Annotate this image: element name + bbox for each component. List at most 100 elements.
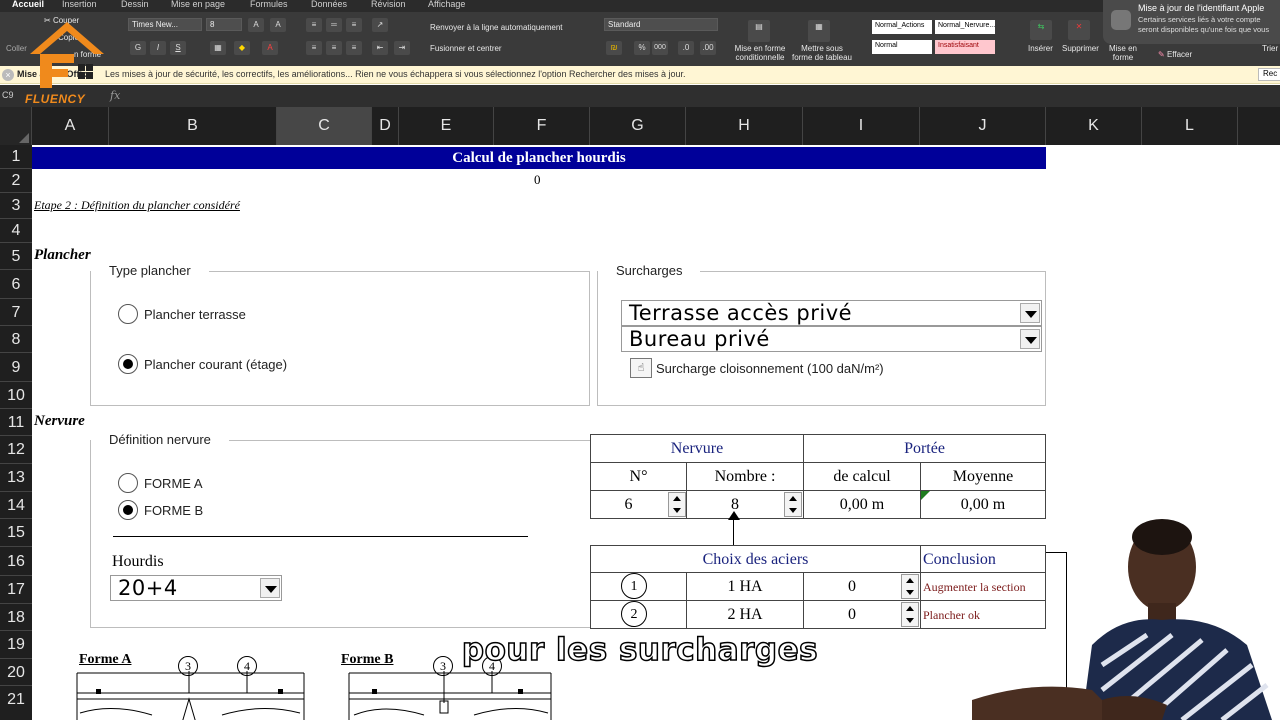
row-header-14[interactable]: 14	[0, 492, 32, 519]
font-size-select[interactable]: 8	[206, 18, 242, 31]
close-icon[interactable]: ×	[2, 69, 14, 81]
row-header-3[interactable]: 3	[0, 193, 32, 219]
spin-up-icon[interactable]	[902, 575, 918, 587]
acier-row-1-type[interactable]: 1 HA	[686, 572, 804, 601]
column-header-f[interactable]: F	[494, 107, 590, 145]
row-header-5[interactable]: 5	[0, 243, 32, 270]
borders-icon[interactable]: ▦	[210, 41, 226, 55]
row-header-6[interactable]: 6	[0, 270, 32, 299]
underline-button[interactable]: S	[170, 41, 186, 55]
acier-row-1-spinner[interactable]	[901, 574, 919, 599]
column-header-h[interactable]: H	[686, 107, 803, 145]
decrease-decimal-icon[interactable]: .00	[700, 41, 716, 55]
row-header-13[interactable]: 13	[0, 464, 32, 492]
bold-button[interactable]: G	[130, 41, 146, 55]
style-normal-nervure[interactable]: Normal_Nervure...	[935, 20, 995, 34]
accounting-icon[interactable]: ₪	[606, 41, 622, 55]
spin-down-icon[interactable]	[902, 615, 918, 627]
radio-forme-a[interactable]: FORME A	[118, 473, 203, 493]
align-center-icon[interactable]: ≡	[326, 41, 342, 55]
chevron-down-icon[interactable]	[1020, 303, 1040, 323]
align-right-icon[interactable]: ≡	[346, 41, 362, 55]
shrink-font-button[interactable]: A	[270, 18, 286, 32]
radio-button-selected[interactable]	[118, 354, 138, 374]
spin-up-icon[interactable]	[785, 493, 801, 505]
n-spinner[interactable]	[668, 492, 686, 517]
column-header-l[interactable]: L	[1142, 107, 1238, 145]
column-header-b[interactable]: B	[109, 107, 277, 145]
row-header-15[interactable]: 15	[0, 519, 32, 547]
number-format-select[interactable]: Standard	[604, 18, 718, 31]
tab-affichage[interactable]: Affichage	[428, 0, 465, 9]
acier-row-2-type[interactable]: 2 HA	[686, 600, 804, 629]
increase-decimal-icon[interactable]: .0	[678, 41, 694, 55]
column-header-g[interactable]: G	[590, 107, 686, 145]
tab-mise-en-page[interactable]: Mise en page	[171, 0, 225, 9]
row-header-4[interactable]: 4	[0, 219, 32, 243]
row-header-8[interactable]: 8	[0, 326, 32, 353]
acier-row-2-spinner[interactable]	[901, 602, 919, 627]
clear-button[interactable]: ✎ Effacer	[1158, 50, 1192, 59]
align-left-icon[interactable]: ≡	[306, 41, 322, 55]
row-header-9[interactable]: 9	[0, 353, 32, 382]
tab-dessin[interactable]: Dessin	[121, 0, 149, 9]
spin-up-icon[interactable]	[669, 493, 685, 505]
column-header-e[interactable]: E	[399, 107, 494, 145]
merge-center-button[interactable]: Fusionner et centrer	[430, 44, 502, 53]
check-updates-button[interactable]: Rec	[1258, 68, 1280, 81]
row-header-2[interactable]: 2	[0, 169, 32, 193]
row-header-21[interactable]: 21	[0, 686, 32, 720]
row-header-7[interactable]: 7	[0, 299, 32, 326]
spin-down-icon[interactable]	[902, 587, 918, 599]
tab-revision[interactable]: Révision	[371, 0, 406, 9]
fill-color-icon[interactable]: ◆	[234, 41, 250, 55]
increase-indent-icon[interactable]: ⇥	[394, 41, 410, 55]
column-header-j[interactable]: J	[920, 107, 1046, 145]
column-header-d[interactable]: D	[372, 107, 399, 145]
row-header-17[interactable]: 17	[0, 576, 32, 604]
tab-insertion[interactable]: Insertion	[62, 0, 97, 9]
row-header-16[interactable]: 16	[0, 547, 32, 576]
table-format-button[interactable]: Mettre sous forme de tableau	[790, 44, 854, 62]
row-header-10[interactable]: 10	[0, 382, 32, 409]
name-box[interactable]: C9	[2, 90, 14, 100]
radio-button[interactable]	[118, 304, 138, 324]
delete-button[interactable]: Supprimer	[1062, 44, 1099, 53]
align-bottom-icon[interactable]: ≡	[346, 18, 362, 32]
column-header-k[interactable]: K	[1046, 107, 1142, 145]
column-header-i[interactable]: I	[803, 107, 920, 145]
radio-button-selected[interactable]	[118, 500, 138, 520]
apple-id-notification[interactable]: Mise à jour de l'identifiant Apple Certa…	[1103, 0, 1280, 44]
portee-calcul-cell[interactable]: 0,00 m	[803, 490, 921, 519]
conditional-format-button[interactable]: Mise en forme conditionnelle	[732, 44, 788, 62]
align-top-icon[interactable]: ≡	[306, 18, 322, 32]
row-header-1[interactable]: 1	[0, 145, 32, 169]
radio-plancher-terrasse[interactable]: Plancher terrasse	[118, 304, 246, 324]
chevron-down-icon[interactable]	[260, 578, 280, 598]
nombre-spinner[interactable]	[784, 492, 802, 517]
surcharge-combo-1[interactable]: Terrasse accès privé	[621, 300, 1042, 326]
spin-down-icon[interactable]	[785, 505, 801, 517]
select-all-button[interactable]	[0, 107, 32, 145]
column-header-c[interactable]: C	[277, 107, 372, 145]
format-button[interactable]: Mise en forme	[1108, 44, 1138, 62]
spin-down-icon[interactable]	[669, 505, 685, 517]
font-color-icon[interactable]: A	[262, 41, 278, 55]
checkbox[interactable]: ☝	[630, 358, 652, 378]
style-normal[interactable]: Normal	[872, 40, 932, 54]
sort-filter-button[interactable]: Trier et filtrer	[1262, 44, 1280, 53]
tab-accueil[interactable]: Accueil	[12, 0, 44, 9]
style-normal-actions[interactable]: Normal_Actions	[872, 20, 932, 34]
align-middle-icon[interactable]: ═	[326, 18, 342, 32]
decrease-indent-icon[interactable]: ⇤	[372, 41, 388, 55]
row-header-12[interactable]: 12	[0, 436, 32, 464]
italic-button[interactable]: I	[150, 41, 166, 55]
thousands-icon[interactable]: 000	[652, 41, 668, 55]
radio-forme-b[interactable]: FORME B	[118, 500, 203, 520]
style-insatisfaisant[interactable]: Insatisfaisant	[935, 40, 995, 54]
spin-up-icon[interactable]	[902, 603, 918, 615]
insert-button[interactable]: Insérer	[1028, 44, 1053, 53]
font-name-select[interactable]: Times New...	[128, 18, 202, 31]
surcharge-combo-2[interactable]: Bureau privé	[621, 326, 1042, 352]
chevron-down-icon[interactable]	[1020, 329, 1040, 349]
